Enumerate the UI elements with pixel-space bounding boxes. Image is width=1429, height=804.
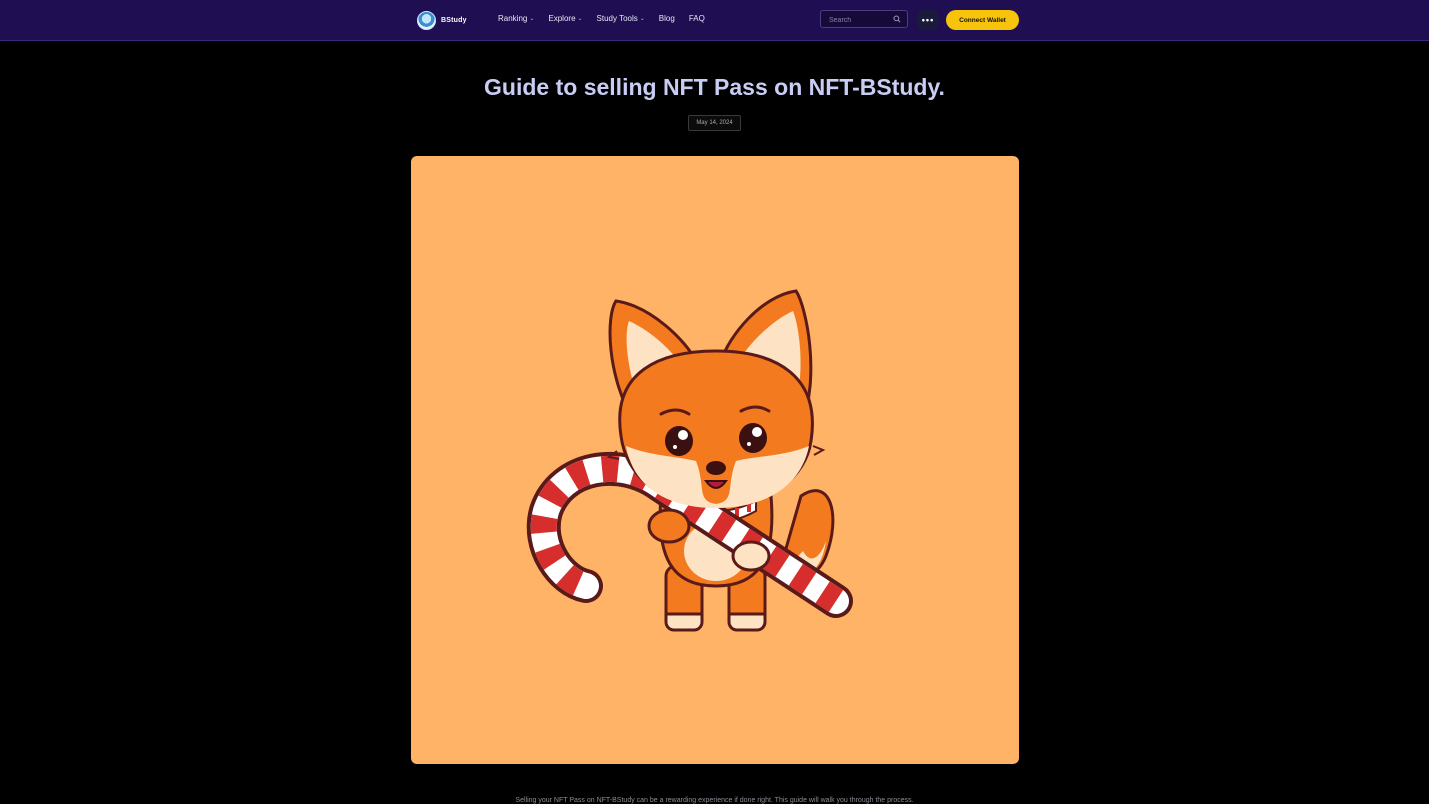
nav-study-tools-label: Study Tools (596, 14, 638, 23)
nav-faq-label: FAQ (688, 14, 705, 23)
nav-ranking-label: Ranking (498, 14, 528, 23)
logo-icon (417, 10, 436, 30)
nav-blog-label: Blog (658, 14, 675, 23)
search-box (820, 10, 908, 28)
nav-faq[interactable]: FAQ (689, 14, 705, 23)
nav-explore-label: Explore (548, 14, 576, 23)
more-options-button[interactable]: ••• (918, 10, 938, 30)
article-intro: Selling your NFT Pass on NFT-BStudy can … (515, 797, 914, 804)
chevron-down-icon: ⌄ (577, 16, 583, 22)
logo-text: BStudy (441, 16, 467, 24)
article-date: May 14, 2024 (688, 115, 741, 131)
nav-explore[interactable]: Explore ⌄ (548, 14, 582, 23)
nav-study-tools[interactable]: Study Tools ⌄ (597, 14, 645, 23)
search-icon[interactable] (893, 15, 901, 23)
hero-image (411, 156, 1019, 764)
connect-wallet-button[interactable]: Connect Wallet (946, 10, 1019, 30)
article-title: Guide to selling NFT Pass on NFT-BStudy. (484, 74, 945, 100)
search-input[interactable] (827, 14, 897, 27)
chevron-down-icon: ⌄ (529, 16, 535, 22)
nav-ranking[interactable]: Ranking ⌄ (498, 14, 534, 23)
nav-blog[interactable]: Blog (659, 14, 675, 23)
brand-logo[interactable]: BStudy (417, 10, 467, 30)
main-nav: Ranking ⌄ Explore ⌄ Study Tools ⌄ Blog F… (498, 14, 705, 23)
chevron-down-icon: ⌄ (639, 16, 645, 22)
ellipsis-icon: ••• (921, 15, 935, 25)
top-navbar: BStudy Ranking ⌄ Explore ⌄ Study Tools ⌄… (0, 0, 1429, 41)
fox-candy-cane-illustration (526, 289, 853, 632)
